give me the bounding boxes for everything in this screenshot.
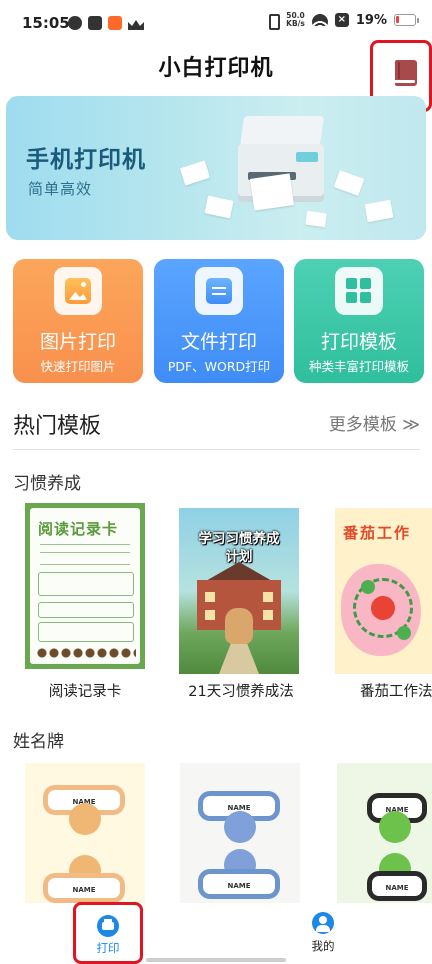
- card-subtitle: 种类丰富打印模板: [308, 359, 409, 374]
- image-icon: [54, 267, 102, 315]
- print-template-card[interactable]: 打印模板 种类丰富打印模板: [294, 259, 424, 383]
- grid-icon: [335, 267, 383, 315]
- no-sim-icon: ×: [334, 13, 349, 27]
- tomato-illustration: [371, 596, 395, 620]
- card-title: 图片打印: [39, 331, 116, 353]
- card-subtitle: PDF、WORD打印: [167, 359, 271, 374]
- image-print-card[interactable]: 图片打印 快速打印图片: [13, 259, 143, 383]
- nav-label: 我的: [311, 939, 335, 953]
- nav-mine-tab[interactable]: 我的: [300, 905, 346, 961]
- status-time: 15:05: [22, 14, 70, 32]
- template-thumbnail[interactable]: 学习习惯养成计划: [179, 508, 299, 674]
- category-title: 习惯养成: [13, 474, 81, 494]
- banner-title: 手机打印机: [26, 147, 146, 173]
- frog-illustration: [379, 811, 411, 843]
- card-title: 文件打印: [180, 331, 257, 353]
- bottom-nav: [0, 903, 432, 964]
- thumbnail-title: 学习习惯养成计划: [198, 531, 280, 565]
- paper-sheet: [305, 210, 327, 228]
- nav-label: 打印: [96, 941, 120, 955]
- home-indicator[interactable]: [146, 958, 286, 962]
- network-speed-unit: KB/s: [286, 19, 305, 28]
- template-thumbnail[interactable]: 阅读记录卡: [25, 503, 145, 669]
- card-subtitle: 快速打印图片: [40, 359, 116, 374]
- battery-fill: [396, 16, 399, 23]
- card-title: 打印模板: [320, 331, 397, 353]
- shop-icon: [108, 16, 122, 30]
- elephant-illustration: [224, 811, 256, 843]
- printer-illustration: [234, 110, 328, 220]
- template-label[interactable]: 21天习惯养成法: [179, 680, 303, 701]
- template-label[interactable]: 阅读记录卡: [25, 680, 145, 701]
- template-thumbnail[interactable]: NAME NAME: [180, 763, 300, 903]
- thumbnail-title: 番茄工作: [343, 524, 412, 542]
- battery-icon: [394, 14, 419, 26]
- file-print-card[interactable]: 文件打印 PDF、WORD打印: [154, 259, 284, 383]
- divider: [13, 449, 420, 450]
- battery-percent: 19%: [355, 12, 387, 28]
- template-thumbnail[interactable]: NAME NAME: [337, 763, 432, 903]
- paper-sheet: [204, 195, 234, 219]
- tag-text: NAME: [385, 884, 409, 892]
- system-icons: 50.0 KB/s × 19%: [265, 12, 419, 30]
- thumbnail-title: 阅读记录卡: [38, 520, 119, 538]
- paper-sheet: [333, 170, 365, 196]
- network-speed: 50.0 KB/s: [286, 12, 305, 28]
- hamster-illustration: [69, 803, 101, 835]
- status-bar: 15:05 50.0 KB/s × 19%: [0, 0, 432, 48]
- page-title: 小白打印机: [158, 56, 274, 81]
- book-icon: [395, 60, 417, 86]
- nav-print-tab[interactable]: 打印: [73, 902, 143, 964]
- paper-sheet: [364, 199, 394, 223]
- paper-sheet: [179, 160, 211, 186]
- message-icon: [88, 16, 102, 30]
- hero-banner[interactable]: 手机打印机 简单高效: [6, 96, 426, 240]
- banner-subtitle: 简单高效: [28, 180, 93, 198]
- category-title: 姓名牌: [13, 732, 64, 752]
- bear-illustration: [225, 608, 253, 644]
- tag-text: NAME: [72, 886, 96, 894]
- file-icon: [195, 267, 243, 315]
- wifi-icon: [311, 14, 328, 26]
- crown-icon: [128, 16, 144, 30]
- section-title: 热门模板: [13, 414, 102, 439]
- app-notification-icon: [68, 16, 82, 30]
- printer-icon: [97, 915, 119, 937]
- template-label[interactable]: 番茄工作法: [340, 680, 432, 701]
- more-templates-link[interactable]: 更多模板 ≫: [329, 410, 420, 435]
- user-icon: [312, 912, 334, 934]
- vibrate-icon: [265, 13, 281, 30]
- notification-icons: [68, 16, 144, 30]
- template-thumbnail[interactable]: 番茄工作: [335, 508, 432, 674]
- tag-text: NAME: [227, 882, 251, 890]
- template-thumbnail[interactable]: NAME NAME: [25, 763, 145, 903]
